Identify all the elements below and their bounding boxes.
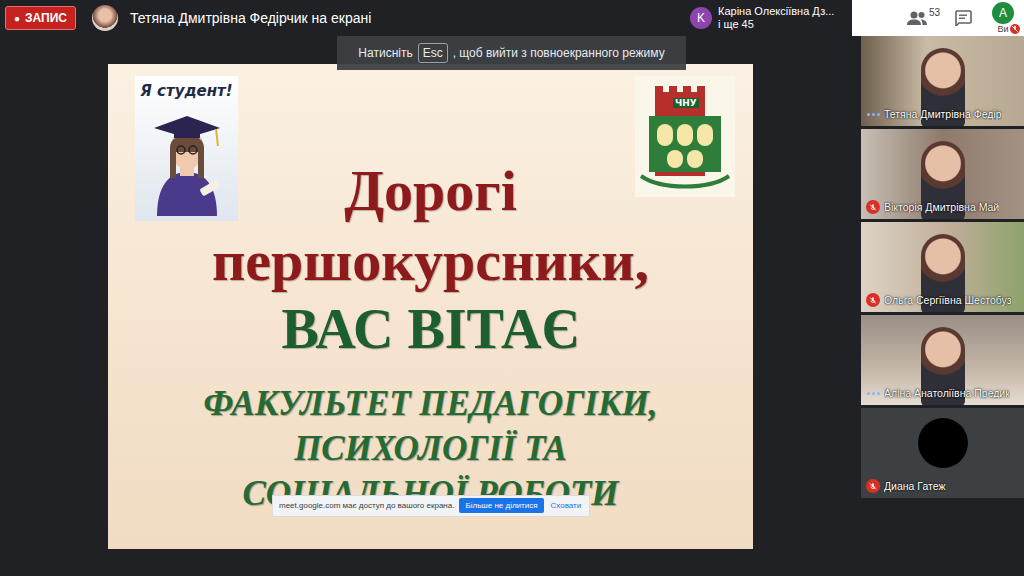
participant-name: Вікторія Дмитрівна Май bbox=[884, 201, 999, 213]
esc-key: Esc bbox=[418, 43, 448, 63]
meeting-body: Я студент! ЧНУ Дорогіпершокурсники,ВАС В… bbox=[0, 36, 1024, 576]
participant-tile[interactable]: Тетяна Дмитрівна Федір bbox=[861, 36, 1024, 126]
record-icon: ● bbox=[14, 13, 20, 24]
hide-button[interactable]: Сховати bbox=[549, 498, 584, 513]
participant-tile[interactable]: Диана Гатеж bbox=[861, 408, 1024, 498]
top-bar: ● ЗАПИС Тетяна Дмитрівна Федірчик на екр… bbox=[0, 0, 1024, 36]
participant-name: Аліна Анатоліївна Предик bbox=[884, 387, 1010, 399]
logo-text: ЧНУ bbox=[673, 98, 699, 108]
badge-text: Я студент! bbox=[140, 82, 232, 100]
self-avatar: A bbox=[992, 2, 1014, 24]
slide-line: ВАС ВІТАЄ bbox=[281, 296, 579, 363]
hint-text: Натисніть bbox=[358, 46, 412, 60]
slide-line: ФАКУЛЬТЕТ ПЕДАГОГІКИ, bbox=[203, 381, 657, 426]
tile-label: Ольга Сергіївна Шестобуз bbox=[866, 293, 1022, 307]
stop-sharing-button[interactable]: Більше не ділитися bbox=[459, 498, 543, 513]
slide-line: ПСИХОЛОГІЇ ТА bbox=[294, 426, 567, 471]
participant-tile[interactable]: Ольга Сергіївна Шестобуз bbox=[861, 222, 1024, 312]
people-button[interactable]: 53 bbox=[904, 8, 942, 28]
mic-off-icon bbox=[866, 479, 880, 493]
presenter-title: Тетяна Дмитрівна Федірчик на екрані bbox=[130, 10, 371, 26]
share-banner: meet.google.com має доступ до вашого екр… bbox=[272, 495, 590, 517]
self-label: Ви bbox=[997, 24, 1008, 34]
participant-tile[interactable]: Вікторія Дмитрівна Май bbox=[861, 129, 1024, 219]
tile-label: Аліна Анатоліївна Предик bbox=[866, 386, 1022, 400]
chat-button[interactable] bbox=[952, 8, 974, 28]
mic-off-icon bbox=[866, 200, 880, 214]
mic-off-icon bbox=[1010, 24, 1020, 34]
chat-icon bbox=[954, 10, 972, 26]
share-message: meet.google.com має доступ до вашого екр… bbox=[279, 501, 454, 510]
castle-logo-icon bbox=[635, 76, 735, 197]
presenter-avatar bbox=[92, 5, 118, 31]
tile-label: Тетяна Дмитрівна Федір bbox=[866, 107, 1022, 121]
slide-line: Дорогі bbox=[344, 156, 517, 226]
university-logo: ЧНУ bbox=[635, 76, 735, 197]
participant-avatar: K bbox=[690, 7, 712, 29]
self-view[interactable]: A Ви bbox=[992, 2, 1014, 34]
people-icon bbox=[906, 10, 928, 26]
mic-off-icon bbox=[866, 293, 880, 307]
people-count: 53 bbox=[929, 7, 940, 18]
student-icon bbox=[142, 104, 232, 216]
toolbar-panel: 53 A Ви bbox=[852, 0, 1024, 36]
recording-button[interactable]: ● ЗАПИС bbox=[5, 6, 76, 30]
participant-name: Ольга Сергіївна Шестобуз bbox=[884, 294, 1012, 306]
summary-text: Каріна Олексіївна Дз... і ще 45 bbox=[718, 5, 834, 31]
participants-summary[interactable]: K Каріна Олексіївна Дз... і ще 45 bbox=[690, 5, 852, 31]
presentation-stage: Я студент! ЧНУ Дорогіпершокурсники,ВАС В… bbox=[0, 36, 861, 576]
meet-screen: ● ЗАПИС Тетяна Дмитрівна Федірчик на екр… bbox=[0, 0, 1024, 576]
participant-name: Каріна Олексіївна Дз... bbox=[718, 5, 834, 18]
tile-label: Диана Гатеж bbox=[866, 479, 1022, 493]
participant-avatar bbox=[918, 418, 968, 468]
participant-name: Тетяна Дмитрівна Федір bbox=[884, 108, 1002, 120]
audio-level-icon bbox=[866, 386, 880, 400]
student-badge: Я студент! bbox=[135, 76, 238, 221]
audio-level-icon bbox=[866, 107, 880, 121]
slide-line: першокурсники, bbox=[212, 226, 649, 296]
participant-tiles: Тетяна Дмитрівна Федір Вікторія Дмитрівн… bbox=[861, 36, 1024, 576]
more-count: і ще 45 bbox=[718, 18, 834, 31]
tile-label: Вікторія Дмитрівна Май bbox=[866, 200, 1022, 214]
fullscreen-hint: Натисніть Esc , щоб вийти з повноекранно… bbox=[337, 36, 686, 70]
participant-tile[interactable]: Аліна Анатоліївна Предик bbox=[861, 315, 1024, 405]
hint-text: , щоб вийти з повноекранного режиму bbox=[453, 46, 665, 60]
participant-name: Диана Гатеж bbox=[884, 480, 946, 492]
recording-label: ЗАПИС bbox=[25, 11, 67, 25]
slide: Я студент! ЧНУ Дорогіпершокурсники,ВАС В… bbox=[108, 64, 753, 549]
